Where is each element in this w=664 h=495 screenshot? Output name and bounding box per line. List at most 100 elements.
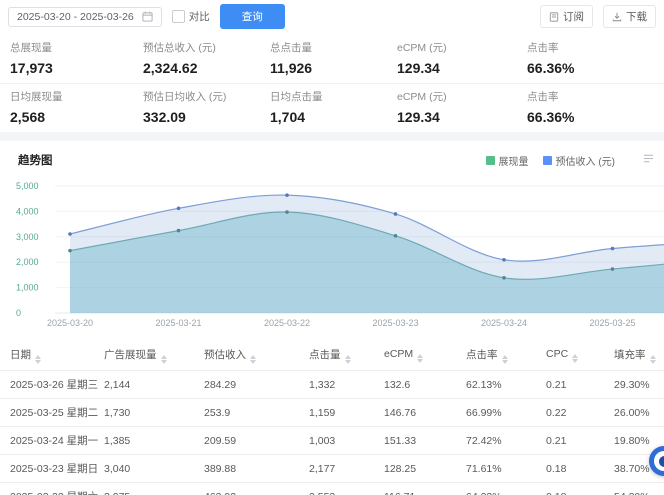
table-cell: 2,553 (305, 483, 380, 495)
stat-value: 332.09 (143, 109, 270, 125)
stat-daily-ctr: 点击率 66.36% (527, 89, 664, 125)
stat-label: 点击率 (527, 40, 664, 55)
stat-value: 2,568 (10, 109, 143, 125)
column-header[interactable]: CPC (542, 341, 610, 371)
stat-value: 129.34 (397, 109, 527, 125)
column-header[interactable]: 广告展现量 (100, 341, 200, 371)
download-button[interactable]: 下载 (603, 5, 656, 28)
svg-text:2025-03-24: 2025-03-24 (481, 318, 527, 328)
table-row: 2025-03-25 星期二1,730253.91,159146.7666.99… (0, 399, 664, 427)
trend-chart[interactable]: 01,0002,0003,0004,0005,0002025-03-202025… (0, 171, 664, 331)
data-point (177, 229, 181, 233)
subscribe-button[interactable]: 订阅 (540, 5, 593, 28)
toolbar: 2025-03-20 - 2025-03-26 对比 查询 订阅 (0, 0, 664, 35)
sort-icon[interactable] (572, 354, 578, 363)
data-point (394, 212, 398, 216)
table-cell: 2025-03-22 星期六 (0, 483, 100, 495)
table-cell: 284.29 (200, 371, 305, 399)
column-header[interactable]: 点击率 (462, 341, 542, 371)
svg-text:2,000: 2,000 (16, 257, 39, 267)
widget-ring (654, 451, 664, 471)
svg-text:2025-03-23: 2025-03-23 (372, 318, 418, 328)
data-point (68, 249, 72, 253)
data-point (177, 207, 181, 211)
table-cell: 146.76 (380, 399, 462, 427)
data-point (502, 258, 506, 262)
stat-label: 总点击量 (270, 40, 397, 55)
stat-value: 66.36% (527, 60, 664, 76)
svg-text:3,000: 3,000 (16, 232, 39, 242)
data-point (611, 247, 615, 251)
table-cell: 2025-03-23 星期日 (0, 455, 100, 483)
sort-icon[interactable] (250, 355, 256, 364)
table-cell: 29.30% (610, 371, 664, 399)
daily-table-body: 2025-03-26 星期三2,144284.291,332132.662.13… (0, 371, 664, 495)
widget-core (659, 456, 664, 467)
table-cell: 151.33 (380, 427, 462, 455)
table-cell: 54.20% (610, 483, 664, 495)
chart-legend: 展现量 预估收入 (元) (486, 151, 656, 169)
table-cell: 0.22 (542, 399, 610, 427)
daily-table-head: 日期广告展现量预估收入点击量eCPM点击率CPC填充率 (0, 341, 664, 371)
svg-text:0: 0 (16, 308, 21, 318)
stat-value: 17,973 (10, 60, 143, 76)
trend-chart-canvas[interactable]: 01,0002,0003,0004,0005,0002025-03-202025… (0, 171, 664, 331)
date-range-picker[interactable]: 2025-03-20 - 2025-03-26 (8, 7, 162, 27)
data-point (285, 193, 289, 197)
table-cell: 62.13% (462, 371, 542, 399)
subscribe-label: 订阅 (563, 9, 584, 24)
column-header[interactable]: 填充率 (610, 341, 664, 371)
table-row: 2025-03-23 星期日3,040389.882,177128.2571.6… (0, 455, 664, 483)
column-header[interactable]: 预估收入 (200, 341, 305, 371)
table-row: 2025-03-22 星期六3,975463.932,553116.7164.2… (0, 483, 664, 495)
column-header[interactable]: 日期 (0, 341, 100, 371)
table-cell: 2,177 (305, 455, 380, 483)
chart-header: 趋势图 展现量 预估收入 (元) (0, 141, 664, 169)
table-cell: 66.99% (462, 399, 542, 427)
table-cell: 1,332 (305, 371, 380, 399)
column-header[interactable]: 点击量 (305, 341, 380, 371)
column-header[interactable]: eCPM (380, 341, 462, 371)
sort-icon[interactable] (417, 354, 423, 363)
sort-icon[interactable] (345, 355, 351, 364)
stat-daily-clicks: 日均点击量 1,704 (270, 89, 397, 125)
table-row: 2025-03-24 星期一1,385209.591,003151.3372.4… (0, 427, 664, 455)
sort-icon[interactable] (502, 355, 508, 364)
table-cell: 72.42% (462, 427, 542, 455)
query-button[interactable]: 查询 (220, 4, 285, 29)
table-cell: 3,975 (100, 483, 200, 495)
calendar-icon (142, 11, 153, 22)
data-point (611, 267, 615, 271)
table-cell: 253.9 (200, 399, 305, 427)
subscribe-icon (549, 12, 559, 22)
sort-icon[interactable] (650, 355, 656, 364)
section-divider (0, 133, 664, 141)
sort-icon[interactable] (35, 355, 41, 364)
sort-icon[interactable] (161, 355, 167, 364)
data-point (68, 232, 72, 236)
stat-label: eCPM (元) (397, 40, 527, 55)
compare-checkbox[interactable] (172, 10, 185, 23)
legend-item-impressions[interactable]: 展现量 (486, 153, 529, 168)
table-cell: 2025-03-24 星期一 (0, 427, 100, 455)
stat-daily-revenue: 预估日均收入 (元) 332.09 (143, 89, 270, 125)
table-cell: 0.21 (542, 427, 610, 455)
table-cell: 209.59 (200, 427, 305, 455)
legend-swatch-green (486, 156, 495, 165)
stat-value: 129.34 (397, 60, 527, 76)
stat-label: 预估总收入 (元) (143, 40, 270, 55)
stat-ctr: 点击率 66.36% (527, 40, 664, 76)
table-cell: 3,040 (100, 455, 200, 483)
svg-text:5,000: 5,000 (16, 181, 39, 191)
table-cell: 0.18 (542, 455, 610, 483)
stat-daily-impressions: 日均展现量 2,568 (10, 89, 143, 125)
chart-toolbox-icon[interactable] (643, 151, 654, 169)
table-cell: 389.88 (200, 455, 305, 483)
compare-checkbox-wrap: 对比 (172, 9, 210, 24)
legend-label: 预估收入 (元) (556, 153, 615, 168)
legend-item-revenue[interactable]: 预估收入 (元) (543, 153, 615, 168)
table-cell: 26.00% (610, 399, 664, 427)
table-cell: 0.18 (542, 483, 610, 495)
table-cell: 463.93 (200, 483, 305, 495)
data-point (502, 276, 506, 280)
